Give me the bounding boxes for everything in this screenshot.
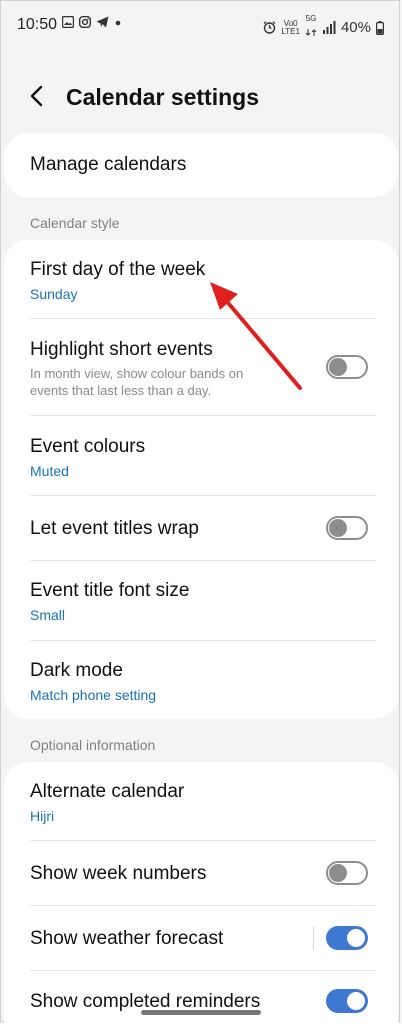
toggle-knob: [329, 864, 347, 882]
toggle-knob: [347, 992, 365, 1010]
status-time: 10:50: [17, 16, 58, 33]
setting-event-colours[interactable]: Event colours Muted: [30, 436, 372, 479]
volte-icon: Vo0 LTE1: [281, 18, 300, 36]
setting-title: Alternate calendar: [30, 781, 185, 802]
telegram-icon: [96, 16, 109, 28]
divider: [30, 905, 376, 906]
home-indicator[interactable]: [141, 1010, 261, 1015]
toggle-knob: [329, 519, 347, 537]
app-header: Calendar settings: [0, 72, 402, 122]
manage-calendars-label: Manage calendars: [30, 154, 187, 175]
gallery-icon: [62, 16, 74, 28]
optional-information-card: Alternate calendar Hijri Show week numbe…: [4, 762, 398, 1024]
divider: [30, 495, 376, 496]
setting-show-weather-forecast[interactable]: Show weather forecast: [30, 928, 298, 950]
divider: [30, 970, 376, 971]
setting-title: First day of the week: [30, 259, 206, 280]
setting-let-event-titles-wrap[interactable]: Let event titles wrap: [30, 518, 308, 540]
setting-dark-mode[interactable]: Dark mode Match phone setting: [30, 660, 372, 703]
setting-title: Event colours: [30, 436, 146, 457]
signal-icon: [322, 21, 336, 34]
divider: [30, 415, 376, 416]
chevron-left-icon: [30, 85, 43, 107]
show-week-numbers-toggle[interactable]: [326, 861, 368, 885]
setting-value: Hijri: [30, 808, 55, 824]
setting-title: Show week numbers: [30, 863, 207, 884]
status-bar: 10:50 Vo0 LTE1 5G 40%: [0, 0, 402, 50]
setting-title: Event title font size: [30, 580, 190, 601]
page-title: Calendar settings: [66, 84, 259, 110]
setting-event-title-font-size[interactable]: Event title font size Small: [30, 580, 372, 623]
setting-value: Muted: [30, 463, 69, 479]
setting-title: Dark mode: [30, 660, 123, 681]
setting-value: Small: [30, 607, 66, 623]
divider: [30, 560, 376, 561]
dot-icon: [115, 20, 121, 26]
section-label-optional-information: Optional information: [30, 737, 156, 753]
setting-title: Let event titles wrap: [30, 518, 199, 539]
toggle-knob: [347, 929, 365, 947]
alarm-icon: [264, 21, 276, 34]
back-button[interactable]: [24, 82, 54, 112]
section-label-calendar-style: Calendar style: [30, 215, 120, 231]
system-icons: Vo0 LTE1 5G 40%: [263, 15, 384, 40]
manage-calendars-item[interactable]: Manage calendars: [30, 154, 372, 176]
setting-value: Match phone setting: [30, 687, 157, 703]
divider: [30, 840, 376, 841]
battery-percent: 40%: [340, 19, 371, 36]
highlight-short-events-toggle[interactable]: [326, 355, 368, 379]
show-weather-forecast-toggle[interactable]: [326, 926, 368, 950]
setting-show-week-numbers[interactable]: Show week numbers: [30, 863, 308, 885]
battery-icon: [376, 20, 384, 35]
manage-calendars-card: Manage calendars: [4, 133, 398, 197]
divider: [30, 640, 376, 641]
toggle-knob: [329, 358, 347, 376]
show-completed-reminders-toggle[interactable]: [326, 989, 368, 1013]
setting-title: Show weather forecast: [30, 928, 224, 949]
setting-alternate-calendar[interactable]: Alternate calendar Hijri: [30, 781, 372, 824]
notification-icons: [62, 16, 122, 28]
let-event-titles-wrap-toggle[interactable]: [326, 516, 368, 540]
instagram-icon: [79, 16, 91, 28]
vertical-separator: [313, 926, 314, 950]
annotation-arrow-icon: [210, 282, 302, 390]
5g-icon: 5G: [305, 15, 317, 40]
